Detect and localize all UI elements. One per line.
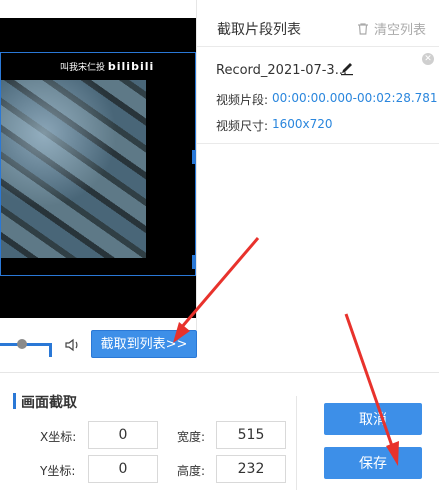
clip-list-title: 截取片段列表 (217, 22, 301, 38)
size-label: 视频尺寸: (216, 119, 269, 133)
y-input[interactable]: 0 (88, 455, 158, 483)
divider (197, 46, 439, 47)
divider (296, 396, 297, 490)
section-accent-bar (13, 393, 16, 409)
close-icon[interactable]: ✕ (422, 53, 434, 65)
save-button[interactable]: 保存 (324, 447, 422, 479)
clip-name: Record_2021-07-3... (216, 63, 348, 78)
progress-end-marker (49, 343, 52, 357)
progress-thumb[interactable] (17, 339, 27, 349)
x-input[interactable]: 0 (88, 421, 158, 449)
clear-list-button[interactable]: 清空列表 (356, 19, 426, 38)
crop-title: 画面截取 (21, 395, 77, 411)
width-label: 宽度: (177, 430, 206, 444)
x-label: X坐标: (40, 430, 77, 444)
y-label: Y坐标: (40, 464, 76, 478)
size-value: 1600x720 (272, 117, 333, 131)
volume-icon[interactable] (64, 336, 82, 354)
watermark: 叫我宋仁投 bilibili (60, 60, 154, 73)
height-label: 高度: (177, 464, 206, 478)
watermark-brand: bilibili (107, 60, 155, 73)
height-input[interactable]: 232 (216, 455, 286, 483)
segment-label: 视频片段: (216, 93, 269, 107)
divider (197, 143, 439, 144)
segment-value: 00:00:00.000-00:02:28.781 (272, 91, 438, 105)
pencil-icon[interactable] (339, 60, 355, 76)
cancel-button[interactable]: 取消 (324, 403, 422, 435)
trash-icon (358, 22, 368, 35)
clear-list-label: 清空列表 (374, 23, 427, 38)
panel-divider (196, 0, 197, 330)
watermark-text: 叫我宋仁投 (60, 63, 106, 73)
section-divider (0, 372, 439, 373)
crop-selection-frame[interactable] (0, 52, 196, 276)
capture-to-list-button[interactable]: 截取到列表>> (91, 330, 197, 358)
width-input[interactable]: 515 (216, 421, 286, 449)
